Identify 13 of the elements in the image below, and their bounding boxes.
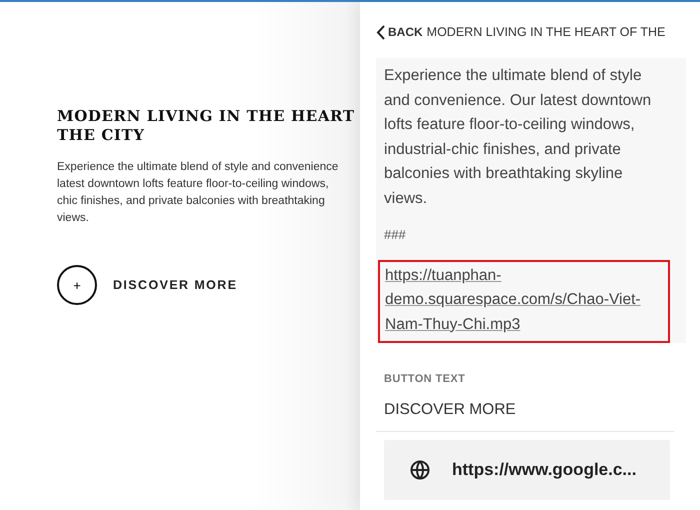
description-textarea[interactable]: Experience the ultimate blend of style and convenience. Our latest downtown lofts feature floor-to-ceiling windows, industrial-chic finishes, and private balconies with breathtaking skyline views. ### https://tuanphan-demo.squarespace.com/s/Chao-Viet-Nam-Thuy-Chi.mp3 [376, 58, 686, 343]
chevron-left-icon [376, 24, 385, 40]
globe-icon [410, 460, 430, 480]
url-field[interactable]: https://www.google.c... [384, 440, 670, 500]
button-text-field[interactable]: DISCOVER MORE [384, 401, 700, 419]
section-paragraph: Experience the ultimate blend of style and convenience latest downtown lofts feature floor-to-ceiling windows, chic finishes, and private balconies with breathtaking views. [57, 160, 340, 226]
section-heading: MODERN LIVING IN THE HEART THE CITY [57, 107, 356, 145]
panel-title: MODERN LIVING IN THE HEART OF THE [426, 25, 666, 39]
plus-button[interactable]: + [57, 265, 97, 305]
discover-more-link[interactable]: DISCOVER MORE [113, 278, 238, 292]
back-link[interactable]: BACK [376, 24, 423, 40]
audio-link[interactable]: https://tuanphan-demo.squarespace.com/s/Chao-Viet-Nam-Thuy-Chi.mp3 [385, 264, 656, 337]
field-label: BUTTON TEXT [384, 373, 466, 385]
